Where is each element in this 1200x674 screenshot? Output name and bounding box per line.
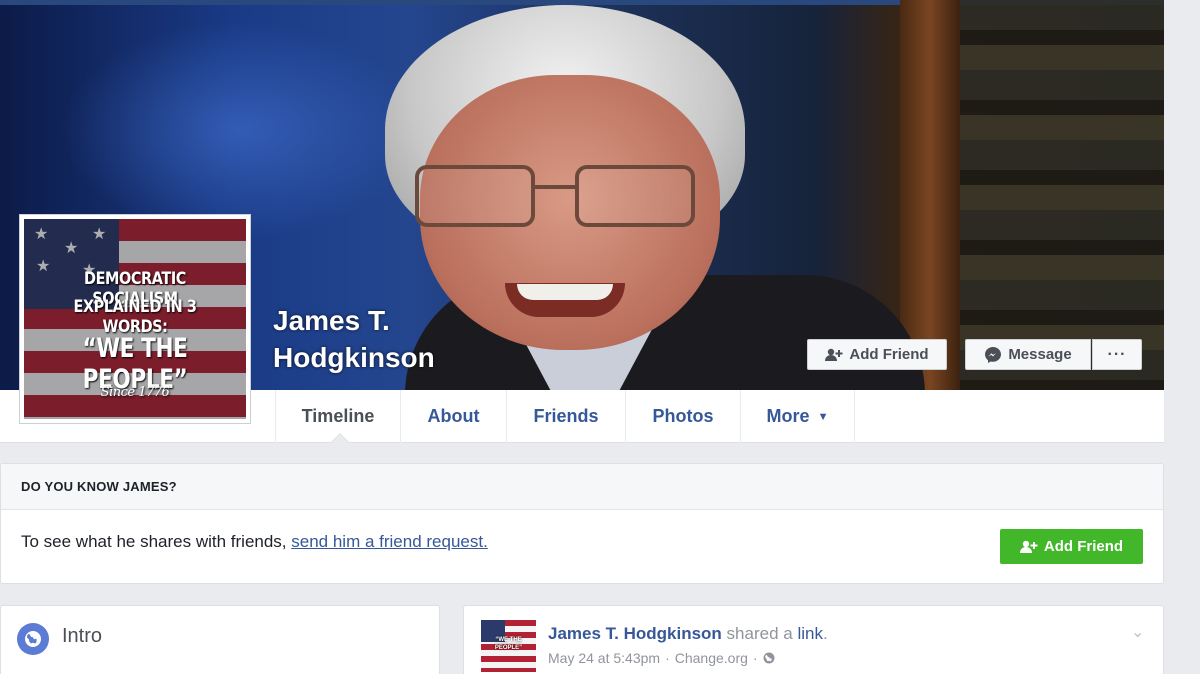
messenger-icon bbox=[985, 346, 1002, 363]
add-friend-label: Add Friend bbox=[849, 346, 929, 363]
profile-picture[interactable]: ★ ★ ★ ★ ★ DEMOCRATIC SOCIALISM EXPLAINED… bbox=[19, 214, 251, 424]
add-friend-icon bbox=[1019, 540, 1038, 553]
profile-name-line-2: Hodgkinson bbox=[273, 342, 435, 373]
more-options-button[interactable]: ··· bbox=[1092, 339, 1142, 370]
profile-name-line-1: James T. bbox=[273, 305, 390, 336]
post-meta: May 24 at 5:43pm · Change.org · bbox=[548, 650, 775, 666]
caret-down-icon: ▼ bbox=[817, 410, 829, 423]
intro-card: Intro bbox=[0, 605, 440, 674]
more-options-icon: ··· bbox=[1107, 345, 1127, 363]
tab-photos-label: Photos bbox=[652, 406, 714, 426]
profile-name[interactable]: James T. Hodgkinson bbox=[273, 302, 533, 376]
profile-picture-line-2: EXPLAINED IN 3 WORDS: bbox=[73, 297, 197, 337]
profile-page: ★ ★ ★ ★ ★ DEMOCRATIC SOCIALISM EXPLAINED… bbox=[0, 0, 1164, 674]
do-you-know-card: DO YOU KNOW JAMES? To see what he shares… bbox=[0, 463, 1164, 584]
post-avatar-text: “WE THE PEOPLE” bbox=[494, 637, 523, 651]
post-link-word[interactable]: link bbox=[797, 624, 823, 643]
post-source[interactable]: Change.org bbox=[675, 650, 748, 666]
tab-about[interactable]: About bbox=[400, 390, 506, 443]
do-you-know-heading: DO YOU KNOW JAMES? bbox=[1, 464, 1163, 510]
right-gutter bbox=[1164, 0, 1200, 674]
do-you-know-text: To see what he shares with friends, send… bbox=[21, 532, 488, 552]
add-friend-primary-button[interactable]: Add Friend bbox=[1000, 529, 1143, 564]
meta-separator: · bbox=[752, 650, 758, 666]
tab-more[interactable]: More ▼ bbox=[740, 390, 855, 443]
post-author-avatar[interactable]: “WE THE PEOPLE” bbox=[481, 620, 536, 672]
profile-picture-line-4: Since 1776 bbox=[100, 385, 170, 400]
chevron-down-icon[interactable]: ⌄ bbox=[1131, 622, 1144, 642]
post-action-text: shared a bbox=[721, 624, 798, 643]
do-you-know-message: To see what he shares with friends, bbox=[21, 532, 292, 551]
post-author-name[interactable]: James T. Hodgkinson bbox=[548, 624, 722, 643]
meta-separator: · bbox=[665, 650, 670, 666]
globe-icon bbox=[763, 652, 775, 664]
tab-more-label: More bbox=[766, 406, 810, 426]
tab-about-label: About bbox=[427, 406, 480, 426]
friend-request-link[interactable]: send him a friend request. bbox=[291, 532, 488, 551]
tab-timeline-label: Timeline bbox=[301, 406, 375, 426]
tab-friends[interactable]: Friends bbox=[506, 390, 625, 443]
add-friend-button[interactable]: Add Friend bbox=[807, 339, 947, 370]
add-friend-icon bbox=[825, 348, 843, 361]
tab-friends-label: Friends bbox=[533, 406, 599, 426]
post-timestamp[interactable]: May 24 at 5:43pm bbox=[548, 650, 660, 666]
intro-title: Intro bbox=[62, 625, 103, 647]
message-label: Message bbox=[1008, 346, 1072, 363]
globe-icon bbox=[17, 623, 49, 655]
active-tab-indicator-inner bbox=[331, 434, 349, 443]
post-period: . bbox=[822, 624, 828, 643]
profile-picture-image: ★ ★ ★ ★ ★ DEMOCRATIC SOCIALISM EXPLAINED… bbox=[24, 219, 246, 419]
post-card: “WE THE PEOPLE” James T. Hodgkinson shar… bbox=[463, 605, 1164, 674]
cover-background-glow bbox=[60, 20, 420, 240]
tab-photos[interactable]: Photos bbox=[625, 390, 740, 443]
cover-background-shelf bbox=[960, 0, 1164, 390]
post-header: James T. Hodgkinson shared a link. bbox=[548, 624, 828, 644]
add-friend-primary-label: Add Friend bbox=[1043, 538, 1124, 555]
message-button[interactable]: Message bbox=[965, 339, 1091, 370]
cover-background-wood bbox=[900, 0, 960, 390]
